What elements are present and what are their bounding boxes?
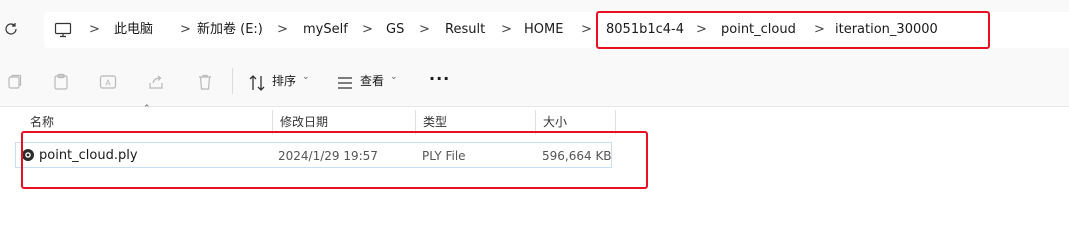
breadcrumb-home[interactable]: HOME: [524, 22, 563, 38]
copy-icon[interactable]: [4, 72, 24, 92]
breadcrumb-gs[interactable]: GS: [386, 22, 404, 38]
breadcrumb-drive-e[interactable]: 新加卷 (E:): [197, 22, 263, 38]
refresh-icon[interactable]: [2, 20, 20, 38]
chevron-right-icon[interactable]: >: [277, 22, 288, 38]
view-icon[interactable]: [335, 73, 355, 93]
chevron-down-icon[interactable]: ⌄: [302, 72, 310, 82]
highlight-box-file: [21, 131, 648, 189]
this-pc-icon[interactable]: [54, 21, 72, 39]
rename-icon[interactable]: A: [98, 72, 118, 92]
paste-icon[interactable]: [51, 72, 71, 92]
svg-text:A: A: [105, 79, 111, 88]
column-header-modified[interactable]: 修改日期: [272, 112, 415, 133]
column-header-name[interactable]: 名称: [22, 112, 272, 133]
delete-icon[interactable]: [195, 72, 215, 92]
sort-button[interactable]: 排序: [272, 73, 296, 89]
chevron-right-icon[interactable]: >: [501, 22, 512, 38]
breadcrumb-this-pc[interactable]: 此电脑: [114, 22, 153, 38]
view-button[interactable]: 查看: [360, 73, 384, 89]
more-options-button[interactable]: ···: [429, 69, 450, 88]
chevron-right-icon[interactable]: >: [362, 22, 373, 38]
command-bar: A 排序 ⌄ 查看 ⌄ ···: [0, 58, 1069, 107]
toolbar-divider: [232, 68, 233, 94]
breadcrumb-myself[interactable]: mySelf: [303, 22, 348, 38]
share-icon[interactable]: [146, 72, 166, 92]
chevron-down-icon[interactable]: ⌄: [390, 72, 398, 82]
chevron-right-icon[interactable]: >: [180, 22, 191, 38]
column-header-type[interactable]: 类型: [415, 112, 535, 133]
chevron-right-icon[interactable]: >: [89, 22, 100, 38]
chevron-right-icon[interactable]: >: [419, 22, 430, 38]
chevron-right-icon[interactable]: >: [581, 22, 592, 38]
highlight-box-path: [596, 11, 990, 49]
column-header-size[interactable]: 大小: [535, 112, 615, 133]
breadcrumb-result[interactable]: Result: [445, 22, 485, 38]
sort-icon[interactable]: [247, 73, 267, 93]
